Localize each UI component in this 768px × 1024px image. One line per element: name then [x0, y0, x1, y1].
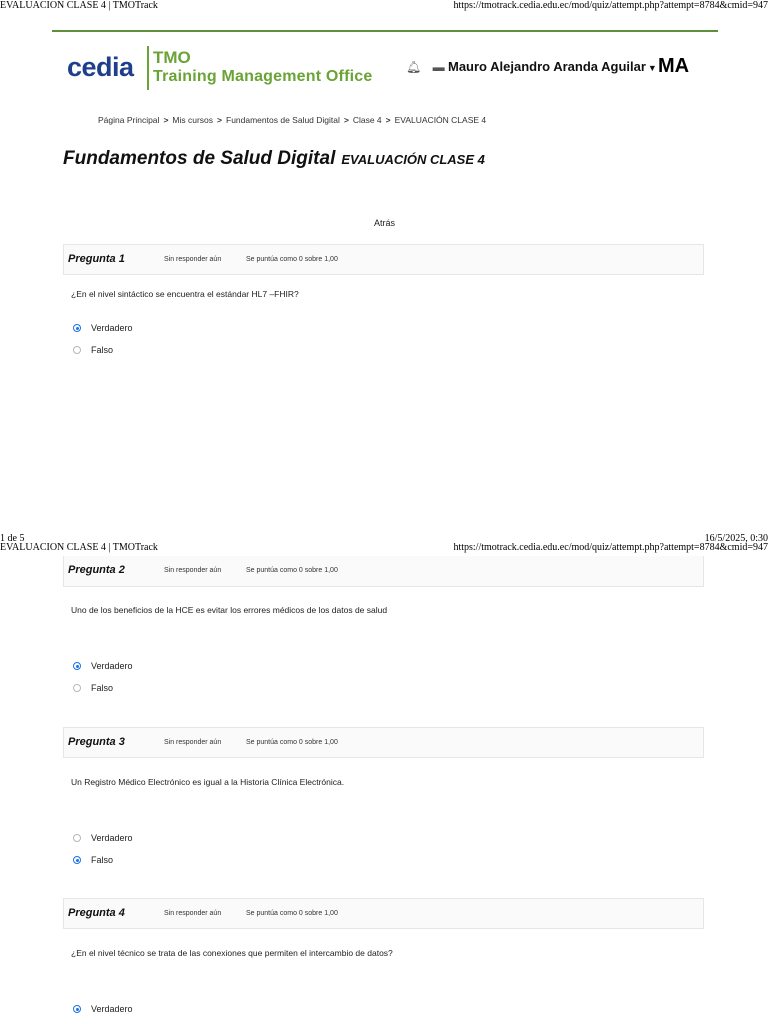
answer-label[interactable]: Falso	[91, 683, 113, 693]
question-grade: Se puntúa como 0 sobre 1,00	[246, 567, 338, 574]
answer-label[interactable]: Verdadero	[91, 1004, 133, 1014]
logo-brand: cedia	[67, 52, 134, 82]
quiz-title: EVALUACIÓN CLASE 4	[341, 152, 485, 167]
radio-button[interactable]	[73, 346, 81, 354]
answer-label[interactable]: Falso	[91, 855, 113, 865]
answer-label[interactable]: Verdadero	[91, 833, 133, 843]
question-number: Pregunta 3	[68, 736, 125, 748]
course-title: Fundamentos de Salud Digital	[63, 148, 336, 169]
question-number: Pregunta 4	[68, 907, 125, 919]
chevron-right-icon: >	[163, 115, 169, 125]
header-icons: 🔔︎ ▬	[406, 60, 453, 74]
question-state: Sin responder aún	[164, 910, 222, 917]
print-page-url: https://tmotrack.cedia.edu.ec/mod/quiz/a…	[453, 0, 768, 11]
question-grade: Se puntúa como 0 sobre 1,00	[246, 256, 338, 263]
logo-subtitle: Training Management Office	[153, 68, 373, 85]
question-text: Un Registro Médico Electrónico es igual …	[71, 777, 345, 787]
chevron-right-icon: >	[343, 115, 349, 125]
question-text: ¿En el nivel sintáctico se encuentra el …	[71, 289, 299, 299]
avatar[interactable]: MA	[658, 55, 689, 78]
breadcrumb-class[interactable]: Clase 4	[353, 115, 382, 125]
question-text: Uno de los beneficios de la HCE es evita…	[71, 605, 388, 615]
logo-tmo: TMO	[153, 48, 191, 67]
answer-label[interactable]: Falso	[91, 345, 113, 355]
question-number: Pregunta 2	[68, 564, 125, 576]
back-link[interactable]: Atrás	[374, 218, 395, 228]
breadcrumb-quiz[interactable]: EVALUACIÓN CLASE 4	[395, 115, 487, 125]
radio-button[interactable]	[73, 324, 81, 332]
bell-icon[interactable]: 🔔︎	[406, 60, 421, 74]
breadcrumb-home[interactable]: Página Principal	[98, 115, 159, 125]
user-name-label: Mauro Alejandro Aranda Aguilar	[448, 59, 646, 74]
header-divider	[52, 30, 718, 32]
radio-button[interactable]	[73, 856, 81, 864]
answer-label[interactable]: Verdadero	[91, 323, 133, 333]
breadcrumb-course[interactable]: Fundamentos de Salud Digital	[226, 115, 340, 125]
question-info: Pregunta 1 Sin responder aún Se puntúa c…	[63, 244, 704, 275]
question-state: Sin responder aún	[164, 567, 222, 574]
question-state: Sin responder aún	[164, 256, 222, 263]
radio-button[interactable]	[73, 662, 81, 670]
print-page-url: https://tmotrack.cedia.edu.ec/mod/quiz/a…	[453, 542, 768, 553]
breadcrumb-my-courses[interactable]: Mis cursos	[172, 115, 213, 125]
radio-button[interactable]	[73, 684, 81, 692]
page-title: Fundamentos de Salud Digital EVALUACIÓN C…	[63, 148, 485, 170]
user-menu[interactable]: Mauro Alejandro Aranda Aguilar ▼	[448, 59, 657, 74]
question-number: Pregunta 1	[68, 253, 125, 265]
question-grade: Se puntúa como 0 sobre 1,00	[246, 739, 338, 746]
breadcrumb: Página Principal > Mis cursos > Fundamentos …	[98, 115, 486, 125]
chevron-right-icon: >	[217, 115, 222, 125]
caret-down-icon: ▼	[647, 63, 657, 73]
chat-icon[interactable]: ▬	[433, 60, 445, 74]
print-page-title: EVALUACION CLASE 4 | TMOTrack	[0, 0, 158, 11]
radio-button[interactable]	[73, 834, 81, 842]
radio-button[interactable]	[73, 1005, 81, 1013]
question-info: Pregunta 3 Sin responder aún Se puntúa c…	[63, 727, 704, 758]
chevron-right-icon: >	[385, 115, 391, 125]
site-logo[interactable]: cedia TMO Training Management Office	[67, 44, 379, 90]
question-grade: Se puntúa como 0 sobre 1,00	[246, 910, 338, 917]
print-page-title: EVALUACION CLASE 4 | TMOTrack	[0, 542, 158, 553]
answer-label[interactable]: Verdadero	[91, 661, 133, 671]
question-text: ¿En el nivel técnico se trata de las con…	[71, 948, 393, 958]
question-state: Sin responder aún	[164, 739, 222, 746]
question-info: Pregunta 2 Sin responder aún Se puntúa c…	[63, 556, 704, 587]
question-info: Pregunta 4 Sin responder aún Se puntúa c…	[63, 898, 704, 929]
logo-divider	[147, 46, 149, 90]
